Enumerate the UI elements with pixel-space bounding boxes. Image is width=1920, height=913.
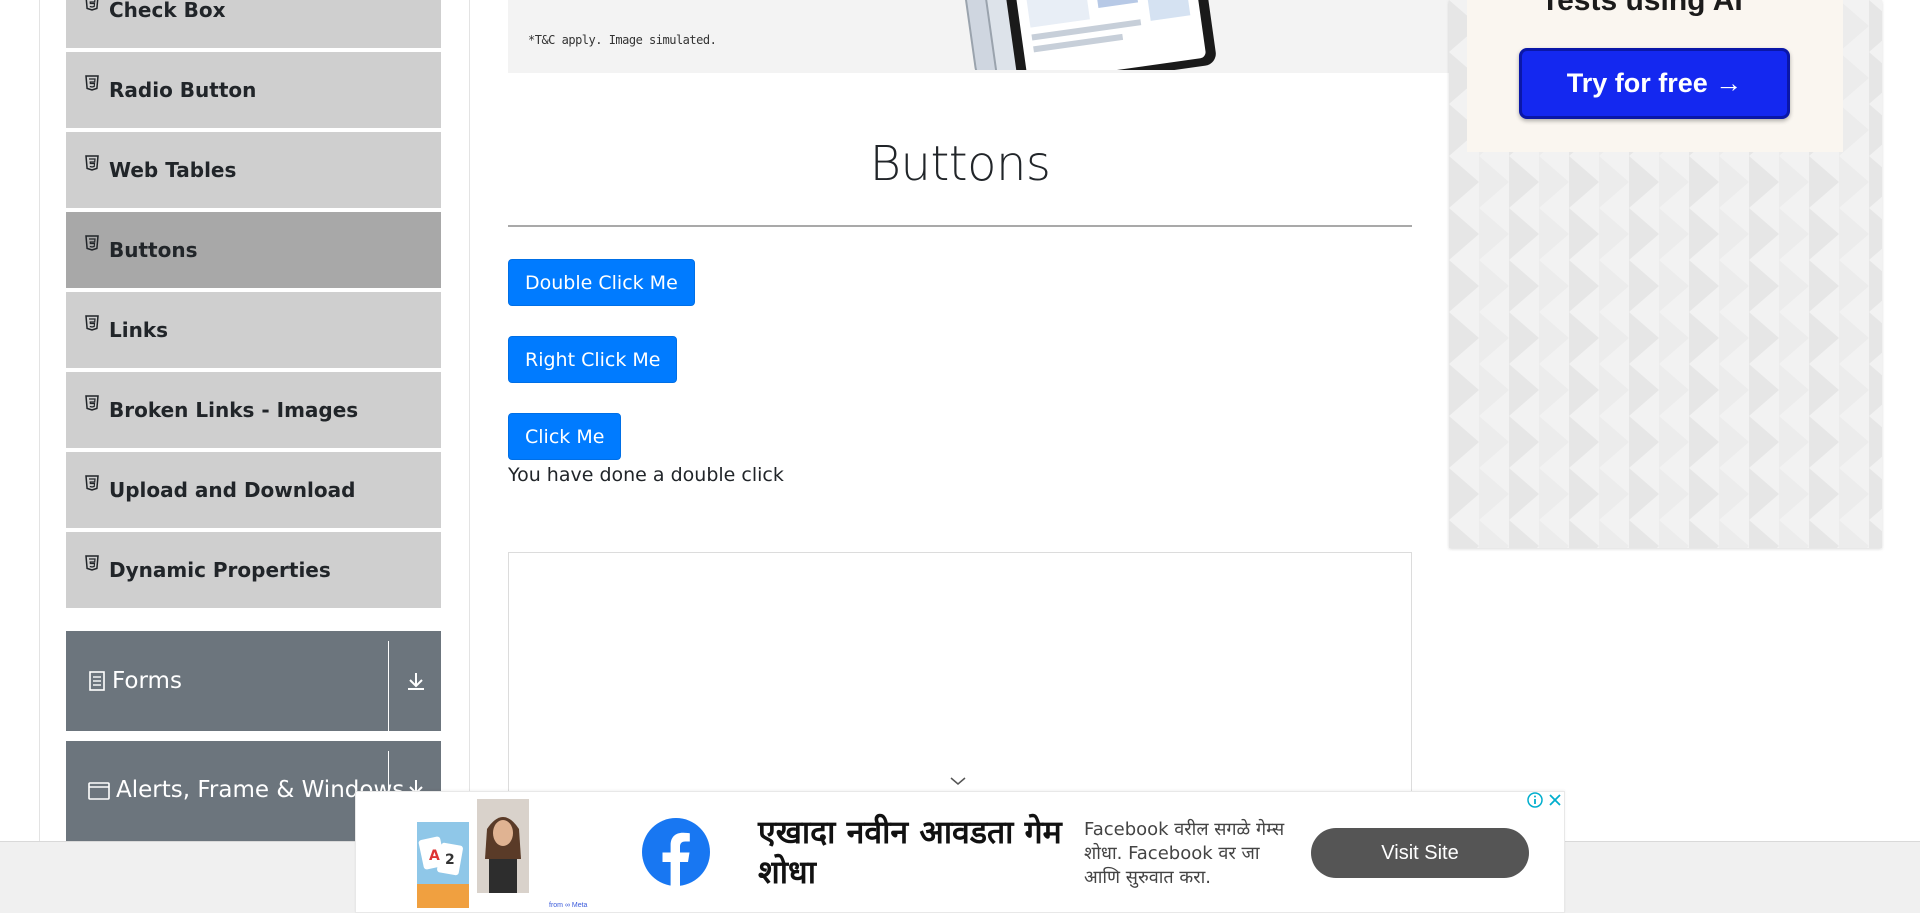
ad-description: Facebook वरील सगळे गेम्स शोधा. Facebook … xyxy=(1084,819,1285,888)
top-banner-ad[interactable]: *T&C apply. Image simulated. xyxy=(508,0,1452,73)
sidebar-item-label: Broken Links - Images xyxy=(109,398,359,422)
sidebar-item-check-box[interactable]: Check Box xyxy=(66,0,441,50)
info-icon[interactable] xyxy=(1526,791,1544,809)
sidebar-item-dynamic-properties[interactable]: Dynamic Properties xyxy=(66,532,441,610)
title-divider xyxy=(508,225,1412,227)
sidebar-item-label: Web Tables xyxy=(109,158,237,182)
sidebar-item-links[interactable]: Links xyxy=(66,292,441,370)
sidebar-item-label: Dynamic Properties xyxy=(109,558,331,582)
html5-icon xyxy=(84,555,100,571)
chevron-down-icon[interactable] xyxy=(949,775,967,787)
html5-icon xyxy=(84,155,100,171)
left-sidebar: Check Box Radio Button Web Tables Button… xyxy=(39,0,470,841)
html5-icon xyxy=(84,395,100,411)
facebook-logo-icon xyxy=(642,818,710,886)
sidebar-item-upload-download[interactable]: Upload and Download xyxy=(66,452,441,530)
ad-headline: एखादा नवीन आवडता गेम शोधा xyxy=(758,813,1062,891)
html5-icon xyxy=(84,0,100,11)
meta-label: from ∞ Meta xyxy=(549,902,588,909)
close-icon[interactable] xyxy=(1546,791,1564,809)
sidebar-item-broken-links[interactable]: Broken Links - Images xyxy=(66,372,441,450)
sidebar-item-label: Links xyxy=(109,318,169,342)
sidebar-item-label: Buttons xyxy=(109,238,198,262)
html5-icon xyxy=(84,75,100,91)
ad-heading: Tests using AI xyxy=(1541,0,1743,17)
html5-icon xyxy=(84,475,100,491)
sidebar-item-radio-button[interactable]: Radio Button xyxy=(66,52,441,130)
ad-choices[interactable] xyxy=(1526,791,1564,809)
tablet-image xyxy=(961,0,1216,70)
visit-site-button[interactable]: Visit Site xyxy=(1311,828,1529,878)
right-click-button[interactable]: Right Click Me xyxy=(508,336,678,383)
click-me-button[interactable]: Click Me xyxy=(508,413,622,460)
group-header-label: Forms xyxy=(112,668,182,694)
page-title: Buttons xyxy=(869,136,1051,192)
html5-icon xyxy=(84,315,100,331)
document-icon xyxy=(88,671,106,691)
sidebar-item-web-tables[interactable]: Web Tables xyxy=(66,132,441,210)
facebook-ad[interactable]: A 2 from ∞ Meta एखादा नवीन आवडता गेम शोध… xyxy=(355,791,1565,913)
group-header-forms[interactable]: Forms xyxy=(66,631,441,731)
divider xyxy=(388,641,389,731)
svg-text:2: 2 xyxy=(445,852,455,868)
right-side-ad[interactable]: Tests using AI Try for free → xyxy=(1449,0,1882,548)
sidebar-item-label: Upload and Download xyxy=(109,478,356,502)
sidebar-item-label: Radio Button xyxy=(109,78,257,102)
download-arrow-icon[interactable] xyxy=(405,670,427,692)
person-thumbnail xyxy=(477,799,529,893)
html5-icon xyxy=(84,235,100,251)
banner-disclaimer: *T&C apply. Image simulated. xyxy=(528,33,717,47)
game-thumbnail: A 2 xyxy=(417,822,469,908)
window-icon xyxy=(88,781,110,801)
svg-text:A: A xyxy=(429,848,440,864)
double-click-message: You have done a double click xyxy=(508,464,784,486)
double-click-button[interactable]: Double Click Me xyxy=(508,259,695,306)
sidebar-item-label: Check Box xyxy=(109,0,226,22)
sidebar-item-buttons[interactable]: Buttons xyxy=(66,212,441,290)
try-for-free-button[interactable]: Try for free → xyxy=(1519,48,1790,119)
